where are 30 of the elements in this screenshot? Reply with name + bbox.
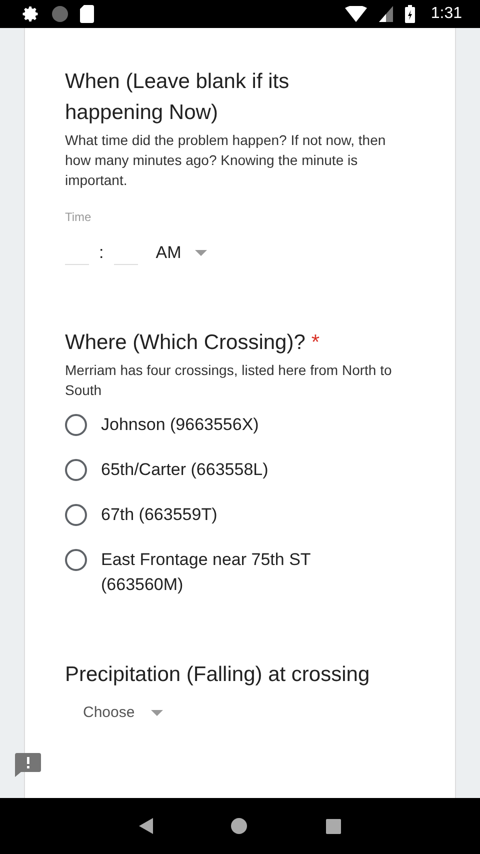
option-label[interactable]: East Frontage near 75th ST (663560M) [101, 547, 351, 597]
radio-button[interactable] [65, 504, 87, 526]
dropdown-arrow-icon[interactable] [150, 710, 163, 716]
radio-button[interactable] [65, 549, 87, 571]
question-title: When (Leave blank if its happening Now) [65, 69, 290, 126]
question-description: What time did the problem happen? If not now, then how many minutes ago? Knowing the minute is important. [65, 131, 387, 190]
choose-dropdown[interactable]: Choose [83, 704, 415, 721]
question-description: Merriam has four crossings, listed here from North to South [65, 361, 393, 400]
option-label[interactable]: 67th (663559T) [101, 502, 218, 527]
sd-card-icon [80, 5, 94, 23]
time-separator: : [99, 242, 104, 262]
back-icon[interactable] [139, 818, 154, 834]
question-title: Precipitation (Falling) at crossing [65, 662, 371, 688]
settings-icon [22, 5, 40, 23]
dropdown-arrow-icon[interactable] [195, 250, 208, 256]
recents-icon[interactable] [326, 818, 341, 834]
radio-button[interactable] [65, 459, 87, 481]
question-title: Where (Which Crossing)? * [65, 330, 321, 356]
option-label[interactable]: 65th/Carter (663558L) [101, 457, 268, 482]
home-icon[interactable] [231, 818, 248, 834]
battery-icon [404, 5, 415, 23]
circle-icon [52, 6, 68, 22]
feedback-icon[interactable] [15, 753, 41, 777]
option-label[interactable]: Johnson (9663556X) [101, 412, 259, 437]
signal-icon [378, 6, 393, 22]
radio-button[interactable] [65, 414, 87, 436]
field-label: Time [65, 210, 92, 224]
clock-time: 1:31 [430, 5, 462, 23]
period-dropdown[interactable]: AM [156, 242, 208, 262]
wifi-icon [344, 6, 367, 22]
